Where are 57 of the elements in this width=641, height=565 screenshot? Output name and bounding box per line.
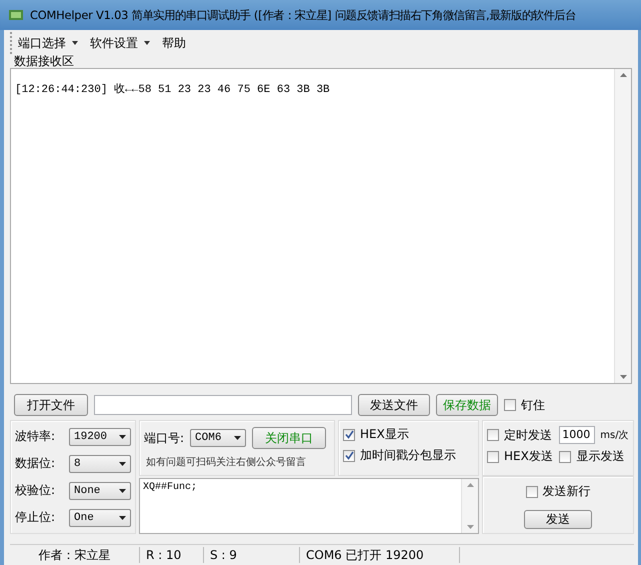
checkbox-label: HEX发送 bbox=[504, 448, 553, 465]
close-port-button[interactable]: 关闭串口 bbox=[252, 427, 326, 449]
menu-item[interactable]: 软件设置 bbox=[90, 34, 150, 52]
hint-text: 如有问题可扫码关注右侧公众号留言 bbox=[145, 456, 307, 469]
caret-icon bbox=[119, 462, 126, 466]
field-label: 端口号: bbox=[144, 430, 184, 446]
save-data-button[interactable]: 保存数据 bbox=[436, 394, 498, 416]
checkbox[interactable] bbox=[526, 486, 538, 498]
status-text: 作者：宋立星 bbox=[10, 547, 140, 563]
group-label: 数据接收区 bbox=[14, 54, 75, 68]
checkbox[interactable] bbox=[487, 450, 499, 462]
status-text: S : 9 bbox=[204, 547, 300, 563]
dropdown[interactable]: 19200 bbox=[69, 428, 131, 446]
scroll-up-icon[interactable] bbox=[466, 483, 474, 487]
status-text: COM6 已打开 19200 bbox=[300, 547, 460, 563]
caret-icon bbox=[144, 41, 150, 45]
menu-item[interactable]: 帮助 bbox=[162, 34, 186, 52]
send-button[interactable]: 发送 bbox=[524, 510, 592, 529]
file-path-field[interactable] bbox=[94, 395, 352, 415]
send-file-button[interactable]: 发送文件 bbox=[358, 394, 430, 416]
caret-icon bbox=[119, 488, 126, 492]
dropdown[interactable]: None bbox=[69, 482, 131, 500]
status-text: R : 10 bbox=[140, 547, 204, 563]
checkbox-label: 显示发送 bbox=[576, 448, 624, 465]
checkbox[interactable] bbox=[487, 429, 499, 441]
scroll-down-icon[interactable] bbox=[620, 375, 626, 379]
dropdown[interactable]: 8 bbox=[69, 454, 131, 472]
field-label: 波特率: bbox=[15, 428, 56, 445]
interval-field[interactable]: 1000 bbox=[559, 426, 596, 444]
checkbox[interactable] bbox=[504, 399, 516, 411]
scrollbar[interactable] bbox=[614, 69, 631, 383]
dropdown[interactable]: One bbox=[69, 508, 131, 526]
received-line: [12:26:44:230] 收←←58 51 23 23 46 75 6E 63 3B 3B bbox=[15, 82, 331, 96]
caret-icon bbox=[119, 516, 126, 520]
window-title: COMHelper V1.03 简单实用的串口调试助手 ([作者：宋立星] 问题反馈请扫描右下角微信留言,最新版的软件后台 bbox=[30, 8, 576, 22]
caret-icon bbox=[72, 41, 78, 45]
field-label: 数据位: bbox=[15, 455, 56, 472]
field-label: 校验位: bbox=[15, 482, 56, 499]
checkbox-label: 加时间戳分包显示 bbox=[360, 447, 456, 464]
checkbox-label: HEX显示 bbox=[360, 426, 409, 443]
checkbox[interactable] bbox=[559, 450, 572, 462]
caret-icon bbox=[234, 436, 242, 440]
checkbox-label: 钉住 bbox=[521, 396, 545, 414]
send-text-field[interactable]: XQ##Func; bbox=[139, 478, 479, 534]
checkbox-label: 发送新行 bbox=[542, 483, 590, 500]
field-label: 停止位: bbox=[15, 509, 56, 526]
checkbox[interactable] bbox=[343, 428, 355, 440]
checkbox-label: 定时发送 bbox=[504, 426, 552, 444]
scroll-up-icon[interactable] bbox=[620, 73, 626, 77]
open-file-button[interactable]: 打开文件 bbox=[14, 394, 88, 416]
app-icon bbox=[8, 8, 24, 22]
scroll-down-icon[interactable] bbox=[466, 525, 474, 529]
menu-item[interactable]: 端口选择 bbox=[18, 34, 78, 52]
caret-icon bbox=[119, 434, 126, 438]
unit-label: ms/次 bbox=[600, 429, 629, 442]
checkbox[interactable] bbox=[343, 450, 355, 462]
port-dropdown[interactable]: COM6 bbox=[190, 429, 246, 447]
